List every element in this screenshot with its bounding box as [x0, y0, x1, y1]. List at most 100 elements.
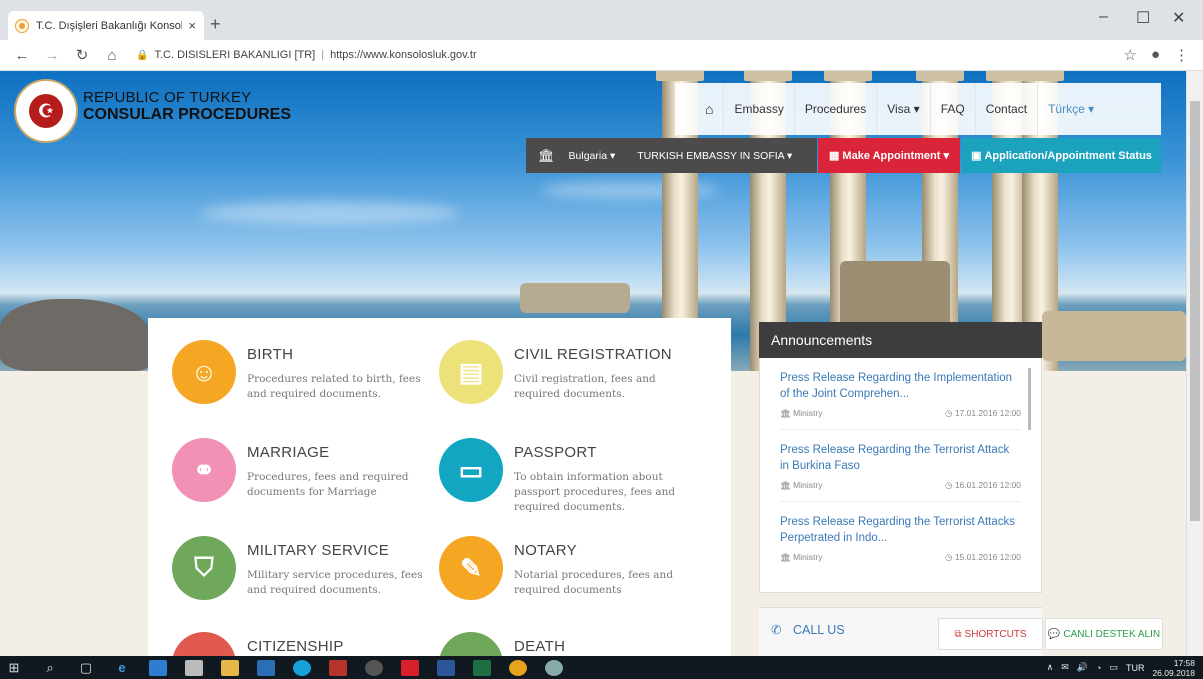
service-name: DEATH — [514, 638, 566, 655]
access-icon[interactable] — [324, 656, 352, 679]
outlook-icon[interactable] — [252, 656, 280, 679]
bank-icon: 🏛 — [780, 408, 791, 418]
volume-icon[interactable]: 🔊 — [1077, 662, 1088, 673]
service-desc: Military service procedures, fees and re… — [247, 569, 423, 596]
bookmark-star-icon[interactable]: ☆ — [1123, 46, 1136, 64]
back-icon[interactable]: ← — [14, 47, 30, 64]
announcement-date: 15.01.2016 12:00 — [954, 552, 1021, 562]
service-marriage[interactable]: ⚭ MARRIAGE Procedures, fees and required… — [172, 438, 442, 518]
mail-tray-icon[interactable]: ✉ — [1061, 662, 1069, 673]
site-identity: T.C. DISISLERI BAKANLIGI [TR] — [154, 49, 316, 61]
chat-bubble-icon: 💬 — [1047, 628, 1061, 640]
bank-icon: 🏛 — [780, 552, 791, 562]
profile-icon[interactable]: ● — [1151, 46, 1160, 64]
list-item[interactable]: Press Release Regarding the Terrorist At… — [780, 430, 1021, 502]
mission-select[interactable]: TURKISH EMBASSY IN SOFIA ▾ — [637, 150, 792, 162]
announcement-title[interactable]: Press Release Regarding the Implementati… — [780, 370, 1021, 402]
make-appointment-button[interactable]: ▦ Make Appointment ▾ — [818, 138, 960, 173]
clock-icon: ◷ — [945, 408, 953, 418]
bank-icon: 🏛 — [780, 480, 791, 490]
nav-procedures[interactable]: Procedures — [795, 83, 878, 135]
service-death[interactable]: DEATH — [439, 632, 709, 656]
nav-embassy[interactable]: Embassy — [724, 83, 795, 135]
url-text: https://www.konsolosluk.gov.tr — [330, 49, 477, 61]
menu-kebab-icon[interactable]: ⋮ — [1174, 46, 1189, 64]
edge-icon[interactable]: e — [108, 656, 136, 679]
store-icon[interactable] — [144, 656, 172, 679]
nav-faq[interactable]: FAQ — [931, 83, 976, 135]
brand-title[interactable]: REPUBLIC OF TURKEY CONSULAR PROCEDURES — [83, 89, 291, 124]
list-item[interactable]: Press Release Regarding the Implementati… — [780, 358, 1021, 430]
notification-icon[interactable]: ▭ — [1109, 662, 1118, 673]
service-citizenship[interactable]: CITIZENSHIP — [172, 632, 442, 656]
service-desc: Procedures, fees and required documents … — [247, 471, 409, 498]
tray-expand-icon[interactable]: ∧ — [1047, 662, 1054, 673]
network-icon[interactable]: ◔ — [1096, 663, 1101, 673]
shortcuts-button[interactable]: ⧉ SHORTCUTS — [938, 618, 1043, 650]
windows-start-icon[interactable]: ⊞ — [0, 656, 28, 679]
task-view-icon[interactable]: ▢ — [72, 656, 100, 679]
clock-time: 17:58 — [1173, 657, 1195, 668]
close-window-button[interactable]: ✕ — [1172, 8, 1185, 28]
service-name: MARRIAGE — [247, 444, 330, 461]
paint-icon[interactable] — [540, 656, 568, 679]
media-icon[interactable] — [180, 656, 208, 679]
clock[interactable]: 17:58 26.09.2018 — [1152, 658, 1195, 678]
new-tab-button[interactable]: + — [210, 14, 221, 35]
folder-icon[interactable] — [216, 656, 244, 679]
announcements-scrollbar[interactable] — [1028, 368, 1031, 430]
app-k-icon[interactable] — [360, 656, 388, 679]
nav-contact[interactable]: Contact — [976, 83, 1039, 135]
clock-date: 26.09.2018 — [1152, 667, 1195, 678]
url-separator: | — [321, 49, 325, 61]
excel-icon[interactable] — [468, 656, 496, 679]
nav-visa[interactable]: Visa ▾ — [877, 83, 931, 135]
services-panel: ☺ BIRTH Procedures related to birth, fee… — [148, 318, 731, 656]
service-military[interactable]: ⛉ MILITARY SERVICE Military service proc… — [172, 536, 442, 616]
child-icon: ☺ — [172, 340, 236, 404]
chrome-icon[interactable] — [504, 656, 532, 679]
announcements-header: Announcements — [759, 322, 1042, 358]
service-name: CITIZENSHIP — [247, 638, 344, 655]
country-select[interactable]: Bulgaria ▾ — [569, 150, 616, 162]
nav-language[interactable]: Türkçe ▾ — [1038, 83, 1104, 135]
application-status-label: Application/Appointment Status — [984, 149, 1152, 162]
live-support-button[interactable]: 💬 CANLI DESTEK ALIN — [1045, 618, 1163, 650]
call-us-label: CALL US — [792, 623, 845, 637]
list-item[interactable]: Press Release Regarding the Terrorist At… — [780, 502, 1021, 574]
crescent-star-icon: ☪ — [29, 94, 63, 128]
external-link-icon: ⧉ — [954, 628, 962, 640]
brand-line2: CONSULAR PROCEDURES — [83, 106, 292, 123]
nav-home-icon[interactable]: ⌂ — [695, 83, 725, 135]
skype-icon[interactable] — [288, 656, 316, 679]
shortcuts-label: SHORTCUTS — [964, 628, 1027, 640]
service-name: PASSPORT — [514, 444, 597, 461]
scrollbar-thumb[interactable] — [1190, 101, 1200, 521]
passport-icon: ▭ — [439, 438, 503, 502]
service-name: NOTARY — [514, 542, 577, 559]
forward-icon[interactable]: → — [44, 47, 60, 64]
announcement-title[interactable]: Press Release Regarding the Terrorist At… — [780, 514, 1021, 546]
reload-icon[interactable]: ↻ — [74, 46, 90, 64]
minimize-button[interactable]: – — [1099, 8, 1108, 26]
word-icon[interactable] — [432, 656, 460, 679]
announcement-title[interactable]: Press Release Regarding the Terrorist At… — [780, 442, 1021, 474]
address-bar: ← → ↻ ⌂ 🔒 T.C. DISISLERI BAKANLIGI [TR] … — [0, 40, 1203, 71]
service-birth[interactable]: ☺ BIRTH Procedures related to birth, fee… — [172, 340, 442, 420]
home-icon[interactable]: ⌂ — [104, 47, 120, 64]
maximize-button[interactable]: ☐ — [1136, 8, 1150, 28]
service-civil-registration[interactable]: ▤ CIVIL REGISTRATION Civil registration,… — [439, 340, 709, 420]
death-icon — [439, 632, 503, 656]
page-scrollbar[interactable] — [1186, 71, 1203, 656]
url-field[interactable]: 🔒 T.C. DISISLERI BAKANLIGI [TR] | https:… — [136, 49, 477, 61]
app-red-icon[interactable] — [396, 656, 424, 679]
tab-close-icon[interactable]: × — [188, 18, 196, 33]
service-passport[interactable]: ▭ PASSPORT To obtain information about p… — [439, 438, 709, 518]
browser-tab[interactable]: T.C. Dışişleri Bakanlığı Konsolosluk × — [8, 11, 204, 40]
search-icon[interactable]: ⌕ — [36, 656, 64, 679]
application-status-button[interactable]: ▣ Application/Appointment Status — [962, 138, 1161, 173]
service-notary[interactable]: ✎ NOTARY Notarial procedures, fees and r… — [439, 536, 709, 616]
language-indicator[interactable]: TUR — [1126, 663, 1145, 673]
mission-selector-bar: 🏛 Bulgaria ▾ TURKISH EMBASSY IN SOFIA ▾ — [526, 138, 817, 173]
consulate-logo[interactable]: ☪ — [14, 79, 78, 143]
